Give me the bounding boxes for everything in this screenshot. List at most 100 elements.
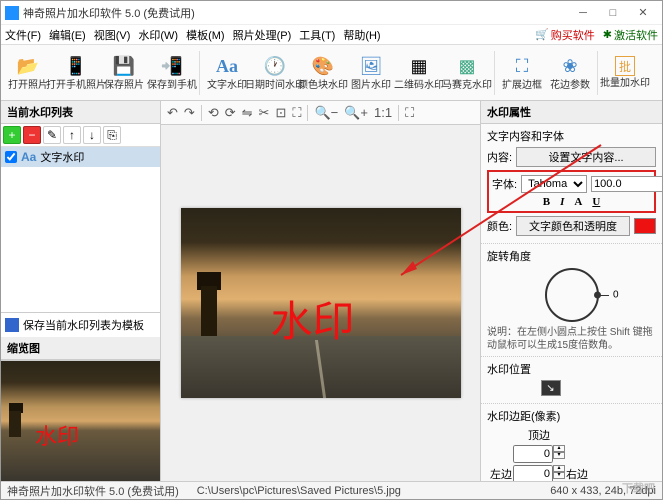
window-title: 神奇照片加水印软件 5.0 (免费试用) bbox=[23, 5, 568, 21]
off-top-label: 顶边 bbox=[528, 427, 550, 443]
menu-edit[interactable]: 编辑(E) bbox=[49, 27, 86, 43]
main-area: 当前水印列表 + − ✎ ↑ ↓ ⎘ Aa 文字水印 保存当前水印列表为模板 缩… bbox=[1, 101, 662, 481]
zoom-in-button[interactable]: 🔍+ bbox=[344, 105, 368, 121]
palette-icon: 🎨 bbox=[311, 54, 335, 78]
menu-help[interactable]: 帮助(H) bbox=[343, 27, 380, 43]
zoom-out-button[interactable]: 🔍− bbox=[314, 105, 338, 121]
color-swatch[interactable] bbox=[634, 218, 656, 234]
undo-button[interactable]: ↶ bbox=[167, 105, 178, 121]
image-wm-button[interactable]: 🖼图片水印 bbox=[348, 47, 394, 99]
flower-border-button[interactable]: ❀花边参数 bbox=[547, 47, 593, 99]
menu-view[interactable]: 视图(V) bbox=[94, 27, 131, 43]
set-content-button[interactable]: 设置文字内容... bbox=[516, 147, 656, 167]
off-left-input[interactable] bbox=[513, 465, 553, 481]
spin-down[interactable]: ▾ bbox=[553, 452, 565, 459]
bold-button[interactable]: B bbox=[543, 196, 550, 208]
crop-button[interactable]: ✂ bbox=[259, 105, 270, 121]
off-top-input[interactable] bbox=[513, 445, 553, 463]
font-group-label: 文字内容和字体 bbox=[487, 128, 656, 144]
rotate-left-button[interactable]: ⟲ bbox=[208, 105, 219, 121]
mosaic-wm-button[interactable]: ▩马赛克水印 bbox=[444, 47, 490, 99]
font-a-button[interactable]: A bbox=[574, 196, 582, 208]
open-photo-button[interactable]: 📂打开照片 bbox=[5, 47, 51, 99]
spin-up[interactable]: ▴ bbox=[553, 445, 565, 452]
delete-wm-button[interactable]: − bbox=[23, 126, 41, 144]
rotate-label: 旋转角度 bbox=[487, 248, 656, 264]
menubar: 文件(F) 编辑(E) 视图(V) 水印(W) 模板(M) 照片处理(P) 工具… bbox=[1, 25, 662, 45]
underline-button[interactable]: U bbox=[592, 196, 600, 208]
thumbnail[interactable]: 水印 bbox=[1, 361, 160, 481]
save-button[interactable]: 💾保存照片 bbox=[101, 47, 147, 99]
canvas[interactable]: 水印 bbox=[161, 125, 480, 481]
buy-link[interactable]: 🛒购买软件 bbox=[535, 27, 595, 43]
statusbar: 神奇照片加水印软件 5.0 (免费试用) C:\Users\pc\Picture… bbox=[1, 481, 662, 499]
cart-icon: 🛒 bbox=[535, 28, 549, 41]
menu-watermark[interactable]: 水印(W) bbox=[138, 27, 178, 43]
photo[interactable]: 水印 bbox=[181, 208, 461, 398]
copy-wm-button[interactable]: ⎘ bbox=[103, 126, 121, 144]
wm-list-header: 当前水印列表 bbox=[1, 101, 160, 124]
wm-list: Aa 文字水印 bbox=[1, 147, 160, 312]
maximize-button[interactable]: □ bbox=[598, 7, 628, 19]
expand-icon: ⛶ bbox=[510, 54, 534, 78]
preview-panel: 水印 bbox=[1, 360, 160, 481]
zoom-actual-button[interactable]: 1:1 bbox=[374, 105, 392, 120]
activate-link[interactable]: ✱激活软件 bbox=[603, 27, 658, 43]
rotate-dial[interactable]: 0 bbox=[545, 268, 599, 322]
text-wm-button[interactable]: Aa文字水印 bbox=[204, 47, 250, 99]
flip-h-button[interactable]: ⇋ bbox=[242, 105, 253, 121]
batch-button[interactable]: 批批量加水印 bbox=[602, 47, 648, 99]
redo-button[interactable]: ↷ bbox=[184, 105, 195, 121]
wm-list-item[interactable]: Aa 文字水印 bbox=[1, 147, 160, 167]
pos-c[interactable] bbox=[541, 380, 561, 396]
menu-process[interactable]: 照片处理(P) bbox=[233, 27, 292, 43]
fullscreen-button[interactable]: ⛶ bbox=[405, 105, 414, 121]
movedown-button[interactable]: ↓ bbox=[83, 126, 101, 144]
menu-tools[interactable]: 工具(T) bbox=[299, 27, 335, 43]
close-button[interactable]: ✕ bbox=[628, 6, 658, 19]
image-icon: 🖼 bbox=[359, 54, 383, 78]
save-icon: 💾 bbox=[112, 54, 136, 78]
key-icon: ✱ bbox=[603, 28, 612, 41]
font-label: 字体: bbox=[492, 176, 517, 192]
datetime-wm-button[interactable]: 🕐日期时间水印 bbox=[252, 47, 298, 99]
mosaic-icon: ▩ bbox=[455, 54, 479, 78]
app-icon bbox=[5, 6, 19, 20]
extend-border-button[interactable]: ⛶扩展边框 bbox=[499, 47, 545, 99]
text-icon: Aa bbox=[215, 54, 239, 78]
wm-list-tools: + − ✎ ↑ ↓ ⎘ bbox=[1, 124, 160, 147]
colorblock-wm-button[interactable]: 🎨颜色块水印 bbox=[300, 47, 346, 99]
minimize-button[interactable]: ─ bbox=[568, 7, 598, 19]
qrcode-wm-button[interactable]: ▦二维码水印 bbox=[396, 47, 442, 99]
color-button[interactable]: 文字颜色和透明度 bbox=[516, 216, 630, 236]
save-template-button[interactable]: 保存当前水印列表为模板 bbox=[1, 312, 160, 337]
save-template-icon bbox=[5, 318, 19, 332]
position-label: 水印位置 bbox=[487, 361, 656, 377]
add-wm-button[interactable]: + bbox=[3, 126, 21, 144]
resize-button[interactable]: ⊡ bbox=[275, 105, 286, 121]
offset-group: 水印边距(像素) 顶边 ▴▾ 左边 ▴▾ 右边 bbox=[481, 404, 662, 481]
text-icon: Aa bbox=[21, 150, 36, 164]
left-panel: 当前水印列表 + − ✎ ↑ ↓ ⎘ Aa 文字水印 保存当前水印列表为模板 缩… bbox=[1, 101, 161, 481]
font-select[interactable]: Tahoma bbox=[521, 175, 587, 193]
folder-open-icon: 📂 bbox=[16, 54, 40, 78]
photo-watermark[interactable]: 水印 bbox=[271, 288, 355, 349]
wm-item-checkbox[interactable] bbox=[5, 151, 17, 163]
color-label: 颜色: bbox=[487, 218, 512, 234]
open-phone-button[interactable]: 📱打开手机照片 bbox=[53, 47, 99, 99]
menu-file[interactable]: 文件(F) bbox=[5, 27, 41, 43]
right-panel: 水印属性 文字内容和字体 内容: 设置文字内容... 字体: Tahoma B … bbox=[480, 101, 662, 481]
fit-button[interactable]: ⛶ bbox=[292, 105, 301, 121]
props-header: 水印属性 bbox=[481, 101, 662, 124]
italic-button[interactable]: I bbox=[560, 196, 564, 208]
batch-icon: 批 bbox=[615, 56, 635, 76]
save-phone-button[interactable]: 📲保存到手机 bbox=[149, 47, 195, 99]
offset-label: 水印边距(像素) bbox=[487, 408, 656, 424]
rotate-right-button[interactable]: ⟳ bbox=[225, 105, 236, 121]
clock-icon: 🕐 bbox=[263, 54, 287, 78]
edit-wm-button[interactable]: ✎ bbox=[43, 126, 61, 144]
menu-template[interactable]: 模板(M) bbox=[186, 27, 225, 43]
toolbar: 📂打开照片 📱打开手机照片 💾保存照片 📲保存到手机 Aa文字水印 🕐日期时间水… bbox=[1, 45, 662, 101]
moveup-button[interactable]: ↑ bbox=[63, 126, 81, 144]
font-size-input[interactable] bbox=[591, 176, 662, 192]
